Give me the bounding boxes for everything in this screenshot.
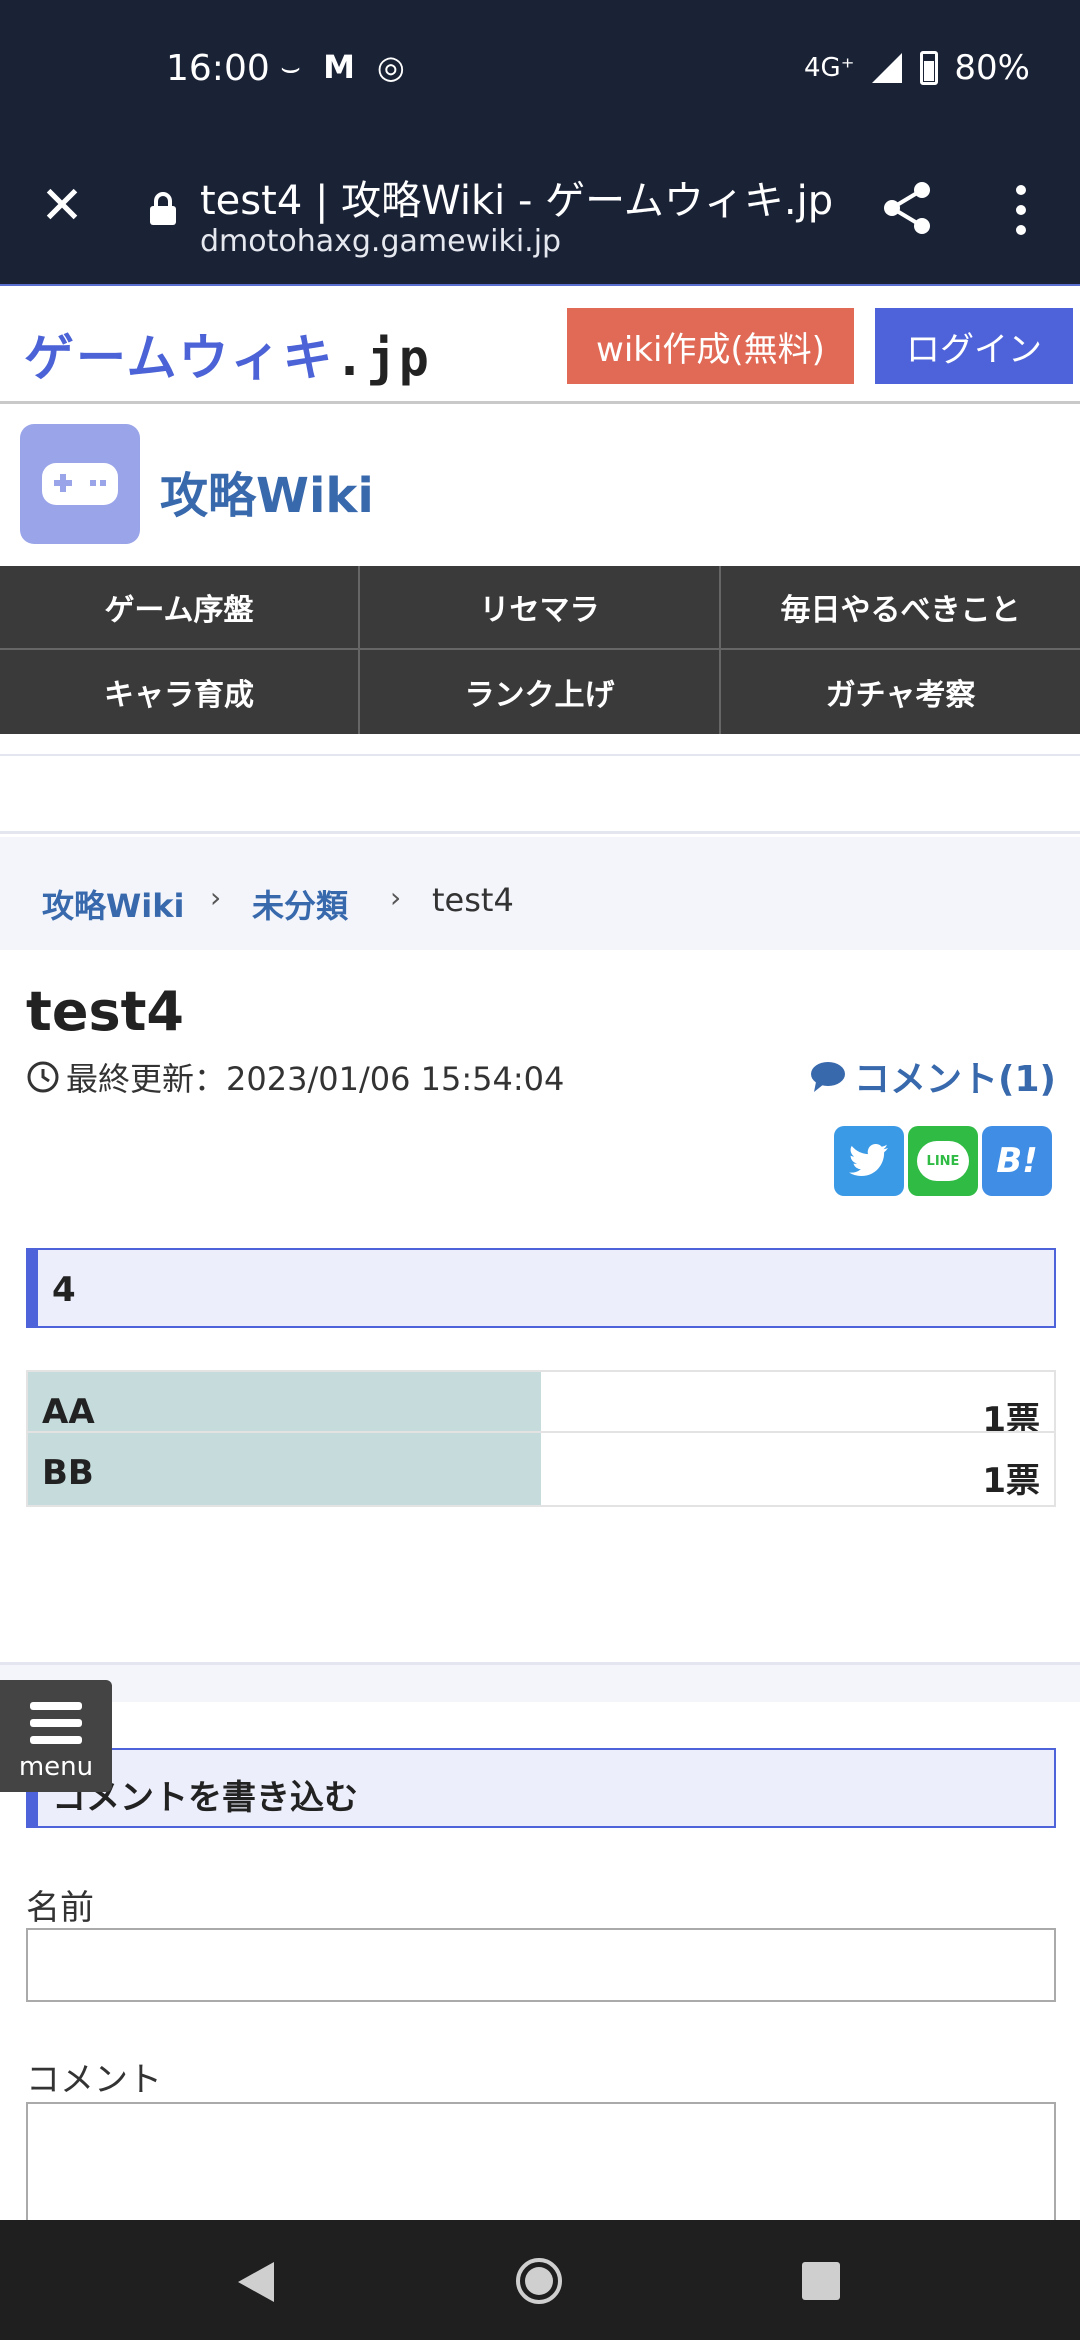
breadcrumb-current: test4 [432,881,514,919]
wiki-title-row: 攻略Wiki [0,406,1080,566]
recent-apps-icon[interactable] [802,2262,840,2300]
name-field[interactable] [26,1928,1056,2002]
speech-bubble-icon [811,1062,846,1092]
breadcrumb-home[interactable]: 攻略Wiki [42,881,185,927]
poll-title: 4 [26,1248,1056,1328]
nav-item-reroll[interactable]: リセマラ [360,566,721,650]
nav-item-early-game[interactable]: ゲーム序盤 [0,566,360,650]
article-title: test4 [26,980,184,1043]
hatena-icon: B! [996,1141,1038,1181]
browser-toolbar: ✕ test4 | 攻略Wiki - ゲームウィキ.jp dmotohaxg.g… [0,140,1080,286]
notification-icons: ⌣ M ◎ [280,48,405,87]
hatena-bookmark-button[interactable]: B! [982,1126,1052,1196]
more-options-icon[interactable] [1006,184,1036,236]
close-icon[interactable]: ✕ [38,180,86,232]
comment-label: コメント [26,2060,162,2100]
battery-icon [920,51,939,85]
site-header: ゲームウィキ.jp wiki作成(無料) ログイン [0,288,1080,404]
menu-label: menu [18,1752,94,1782]
status-right: 4G⁺ 80% [804,48,1030,88]
system-navigation-bar [0,2220,1080,2340]
breadcrumb-separator: › [390,881,402,914]
nav-item-rank-up[interactable]: ランク上げ [360,650,721,734]
poll-option[interactable]: BB 1票 [26,1431,1056,1507]
section-divider [0,1662,1080,1702]
site-logo[interactable]: ゲームウィキ.jp [24,318,431,390]
gamepad-icon[interactable] [20,424,140,544]
back-icon[interactable] [236,2260,276,2304]
create-wiki-button[interactable]: wiki作成(無料) [567,308,854,384]
poll-option-votes: 1票 [982,1461,1040,1501]
poll-option-label: BB [42,1453,94,1493]
network-type: 4G⁺ [804,53,855,83]
lock-icon [150,192,176,225]
amazon-icon: ⌣ [280,48,302,86]
poll-option-bar [28,1433,541,1505]
floating-menu-button[interactable]: menu [0,1680,112,1792]
gmail-icon: M [323,48,355,86]
twitter-share-button[interactable] [834,1126,904,1196]
clock-icon [27,1061,59,1093]
poll-title-text: 4 [52,1270,76,1310]
signal-icon [872,53,903,83]
comment-form-heading: コメントを書き込む [26,1748,1056,1828]
category-nav: ゲーム序盤 リセマラ 毎日やるべきこと キャラ育成 ランク上げ ガチャ考察 [0,566,1080,734]
breadcrumb-separator: › [210,881,222,914]
poll-option-label: AA [42,1392,95,1432]
comment-link-label: コメント(1) [854,1059,1056,1100]
comment-link[interactable]: コメント(1) [810,1050,1056,1102]
login-button[interactable]: ログイン [875,308,1073,384]
page-url[interactable]: dmotohaxg.gamewiki.jp [200,224,561,259]
last-updated-text: 最終更新：2023/01/06 15:54:04 [66,1060,565,1098]
share-icon[interactable] [880,180,936,236]
breadcrumb-category[interactable]: 未分類 [252,881,348,927]
status-bar: 16:00 ⌣ M ◎ 4G⁺ 80% [0,0,1080,140]
battery-level: 80% [954,48,1030,88]
last-updated: 最終更新：2023/01/06 15:54:04 [26,1054,564,1100]
line-icon: LINE [917,1141,969,1181]
home-icon[interactable] [514,2256,564,2306]
comment-textarea[interactable] [26,2102,1056,2220]
wiki-name[interactable]: 攻略Wiki [160,456,374,526]
twitter-icon [849,1144,888,1177]
page-title[interactable]: test4 | 攻略Wiki - ゲームウィキ.jp [200,168,833,226]
ad-space [0,754,1080,834]
nav-item-daily-tasks[interactable]: 毎日やるべきこと [721,566,1080,650]
nav-item-gacha[interactable]: ガチャ考察 [721,650,1080,734]
incognito-icon: ◎ [376,48,405,86]
status-time: 16:00 [166,48,270,89]
name-label: 名前 [26,1888,94,1928]
line-share-button[interactable]: LINE [908,1126,978,1196]
nav-item-character-training[interactable]: キャラ育成 [0,650,360,734]
article: test4 最終更新：2023/01/06 15:54:04 コメント(1) L… [0,950,1080,1662]
hamburger-icon [30,1702,82,1744]
breadcrumb: 攻略Wiki › 未分類 › test4 [0,837,1080,950]
